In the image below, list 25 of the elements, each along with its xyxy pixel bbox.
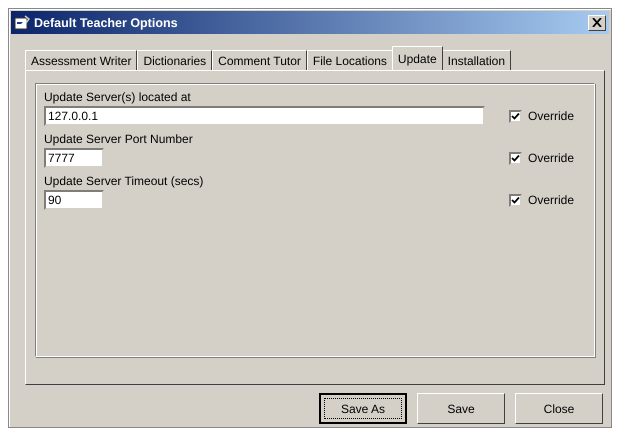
tab[interactable]: Assessment Writer	[25, 50, 138, 70]
checkbox-label: Override	[528, 193, 574, 207]
input-field[interactable]: 90	[44, 190, 104, 210]
field-label: Update Server Timeout (secs)	[44, 174, 204, 190]
tab[interactable]: Dictionaries	[137, 50, 212, 70]
dialog-button[interactable]: Save	[417, 393, 505, 424]
override-checkbox[interactable]	[508, 194, 522, 206]
tab[interactable]: File Locations	[306, 50, 393, 70]
close-icon	[592, 18, 602, 27]
field-label: Update Server Port Number	[44, 132, 194, 148]
field-label: Update Server(s) located at	[44, 90, 192, 106]
tab[interactable]: Comment Tutor	[212, 50, 307, 70]
tab[interactable]: Installation	[442, 50, 511, 70]
tab[interactable]: Update	[392, 46, 443, 70]
override-checkbox[interactable]	[508, 152, 522, 164]
input-field[interactable]: 127.0.0.1	[44, 106, 485, 126]
input-field[interactable]: 7777	[44, 148, 104, 168]
dialog-button[interactable]: Close	[515, 393, 603, 424]
checkbox-label: Override	[528, 151, 574, 165]
window-title: Default Teacher Options	[34, 16, 179, 30]
close-button[interactable]	[588, 14, 606, 30]
checkbox-label: Override	[528, 109, 574, 123]
override-checkbox[interactable]	[508, 110, 522, 122]
dialog-button[interactable]: Save As	[319, 393, 407, 424]
app-icon	[14, 14, 30, 30]
